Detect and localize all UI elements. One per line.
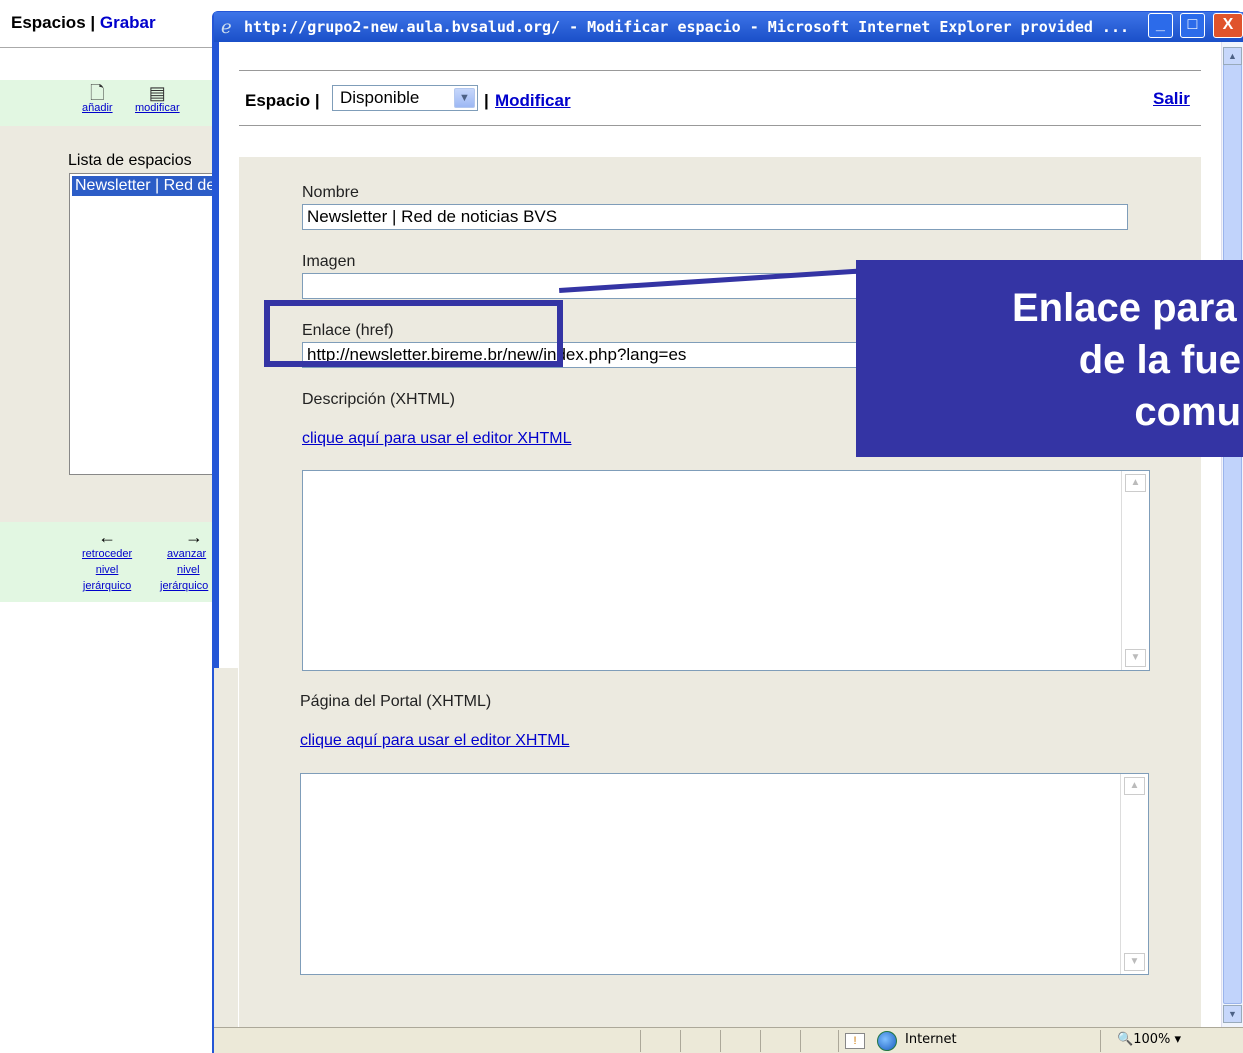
space-list-label: Lista de espacios (68, 152, 192, 169)
salir-link[interactable]: Salir (1153, 89, 1190, 109)
divider (640, 1030, 641, 1052)
descripcion-label: Descripción (XHTML) (302, 391, 455, 408)
textarea-scrollbar[interactable]: ▲ ▼ (1121, 471, 1149, 670)
maximize-button[interactable]: □ (1180, 13, 1205, 38)
zoom-level[interactable]: 🔍100% ▾ (1117, 1032, 1181, 1047)
modify-button[interactable]: ▤ modificar (135, 84, 180, 114)
back-level-button[interactable]: ← retroceder nivel jerárquico (82, 528, 132, 594)
scroll-down-icon[interactable]: ▼ (1223, 1005, 1242, 1023)
scroll-up-icon[interactable]: ▲ (1223, 47, 1242, 65)
descripcion-editor-link[interactable]: clique aquí para usar el editor XHTML (302, 430, 571, 448)
list-item[interactable]: Newsletter | Red de noticias BVS (72, 176, 215, 196)
pagina-label: Página del Portal (XHTML) (300, 693, 492, 710)
scrollbar-thumb[interactable] (1223, 64, 1242, 1004)
nombre-label: Nombre (302, 184, 359, 201)
divider (680, 1030, 681, 1052)
callout-box: Enlace para la dirección de la fuente de… (856, 260, 1243, 457)
security-warning-icon: ! (845, 1033, 865, 1049)
highlight-box (264, 300, 563, 367)
status-bar (214, 1027, 1243, 1053)
security-zone: Internet (905, 1032, 957, 1047)
divider (760, 1030, 761, 1052)
add-button[interactable]: 🗋 añadir (82, 84, 113, 114)
new-document-icon: 🗋 (90, 83, 105, 103)
divider (239, 70, 1201, 71)
background-header: Espacios | Grabar (0, 0, 215, 48)
minimize-button[interactable]: _ (1148, 13, 1173, 38)
chevron-down-icon[interactable]: ▼ (454, 88, 475, 108)
imagen-label: Imagen (302, 253, 356, 270)
background-toolbar: 🗋 añadir ▤ modificar (0, 80, 215, 126)
descripcion-textarea[interactable]: ▲ ▼ (302, 470, 1150, 671)
ie-logo-icon: ℯ (221, 17, 232, 37)
divider (720, 1030, 721, 1052)
close-button[interactable]: X (1213, 13, 1243, 38)
divider (1100, 1030, 1101, 1052)
modificar-link[interactable]: Modificar (495, 91, 571, 111)
window-title: http://grupo2-new.aula.bvsalud.org/ - Mo… (214, 12, 1243, 42)
background-title: Espacios (11, 13, 86, 32)
forward-level-button[interactable]: → avanzar nivel jerárquico (160, 528, 208, 594)
edit-document-icon: ▤ (148, 83, 166, 103)
divider (838, 1030, 839, 1052)
globe-icon (877, 1031, 897, 1051)
arrow-left-icon: ← (98, 527, 117, 547)
espacio-label: Espacio | (245, 91, 320, 110)
grabar-link[interactable]: Grabar (100, 13, 156, 32)
background-nav: ← retroceder nivel jerárquico → avanzar … (0, 522, 215, 602)
callout-text: Enlace para la dirección de la fuente de… (1012, 286, 1243, 434)
divider (239, 125, 1201, 126)
textarea-scrollbar[interactable]: ▲ ▼ (1120, 774, 1148, 974)
divider (800, 1030, 801, 1052)
nombre-input[interactable]: Newsletter | Red de noticias BVS (302, 204, 1128, 230)
arrow-right-icon: → (185, 527, 203, 547)
form-background (214, 668, 238, 1028)
separator: | (484, 91, 489, 110)
pagina-editor-link[interactable]: clique aquí para usar el editor XHTML (300, 732, 569, 750)
space-listbox[interactable] (69, 173, 219, 475)
pagina-textarea[interactable]: ▲ ▼ (300, 773, 1149, 975)
